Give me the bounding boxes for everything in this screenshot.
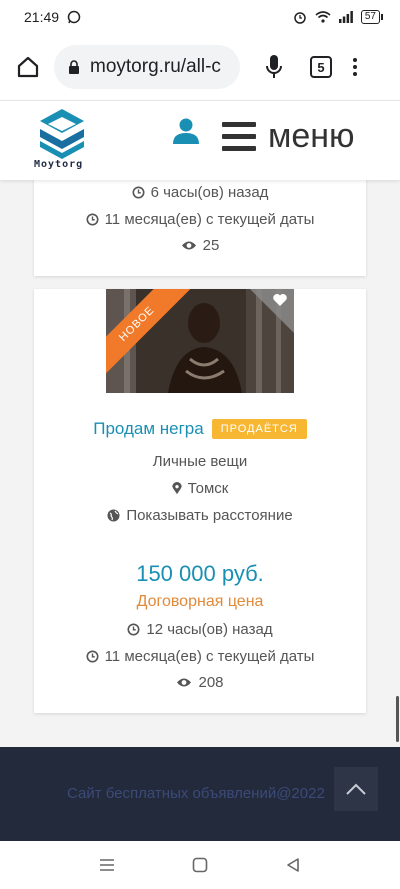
home-button[interactable] [14,53,42,81]
tab-switcher-button[interactable]: 5 [310,56,332,78]
listing-title-row: Продам негра ПРОДАЁТСЯ [34,419,366,439]
status-time: 21:49 [24,9,60,25]
show-distance-link[interactable]: Показывать расстояние [126,507,292,524]
battery-icon: 57 [360,10,384,24]
listing-category: Личные вещи [152,453,248,470]
chevron-up-icon [346,783,366,795]
lock-icon [69,59,79,74]
more-options-button[interactable] [350,58,360,76]
browser-toolbar: moytorg.ru/all-c 5 [0,34,400,100]
negotiable-price-label: Договорная цена [136,593,264,610]
listing-image[interactable]: НОВОЕ [106,289,294,393]
views-count: 208 [198,674,224,691]
views-row: 25 [34,237,366,254]
alarm-icon [294,12,306,24]
listing-card[interactable]: НОВОЕ Продам негра ПРОДАЁТСЯ Личные вещи… [34,289,366,713]
listing-title-link[interactable]: Продам негра [93,419,204,439]
city-row: Томск [34,480,366,497]
whatsapp-icon [67,10,81,24]
eye-icon [177,678,192,687]
listing-age: 11 месяца(ев) с текущей даты [104,648,315,665]
posted-time: 6 часы(ов) назад [150,184,269,201]
posted-time-row: 12 часы(ов) назад [34,621,366,638]
map-marker-icon [171,482,182,495]
eye-icon [181,241,196,250]
address-bar[interactable]: moytorg.ru/all-c [54,45,240,89]
scrollbar-thumb[interactable] [396,696,399,742]
listing-age-row: 11 месяца(ев) с текущей даты [34,648,366,665]
logo-mark [40,109,84,159]
site-header: Moytorg меню [0,100,400,180]
site-footer: Сайт бесплатных объявлений@2022 [0,747,400,841]
clock-icon [132,186,145,199]
signal-icon [338,11,353,23]
listing-age: 11 месяца(ев) с текущей даты [104,211,315,228]
square-icon [192,857,208,873]
wifi-icon [315,11,331,23]
hamburger-icon [222,121,256,151]
clock-icon [86,213,99,226]
posted-time: 12 часы(ов) назад [146,621,273,638]
menu-lines-icon [99,859,114,871]
user-icon[interactable] [172,117,200,145]
back-triangle-icon [287,858,300,872]
home-nav-button[interactable] [190,855,210,875]
clock-icon [127,623,140,636]
heart-icon[interactable] [272,293,288,307]
posted-time-row: 6 часы(ов) назад [34,184,366,201]
back-nav-button[interactable] [283,855,303,875]
logo-text: Moytorg [34,159,84,170]
listing-price: 150 000 руб. [136,561,264,586]
system-nav-bar [0,841,400,889]
distance-row[interactable]: Показывать расстояние [34,507,366,524]
footer-copyright: Сайт бесплатных объявлений@2022 [67,785,325,802]
views-row: 208 [34,674,366,691]
voice-search-button[interactable] [262,52,286,82]
clock-icon [86,650,99,663]
status-badge: ПРОДАЁТСЯ [211,419,307,439]
microphone-icon [266,55,282,78]
menu-label: меню [268,117,355,155]
status-bar: 21:49 57 [0,0,400,34]
scroll-to-top-button[interactable] [334,767,378,811]
recent-apps-button[interactable] [97,855,117,875]
listing-city: Томск [187,480,229,497]
menu-button[interactable]: меню [222,119,355,153]
home-icon [17,56,39,78]
category-row: Личные вещи [34,453,366,470]
globe-icon [107,509,120,522]
views-count: 25 [202,237,220,254]
listing-age-row: 11 месяца(ев) с текущей даты [34,211,366,228]
url-text: moytorg.ru/all-c [90,56,221,77]
